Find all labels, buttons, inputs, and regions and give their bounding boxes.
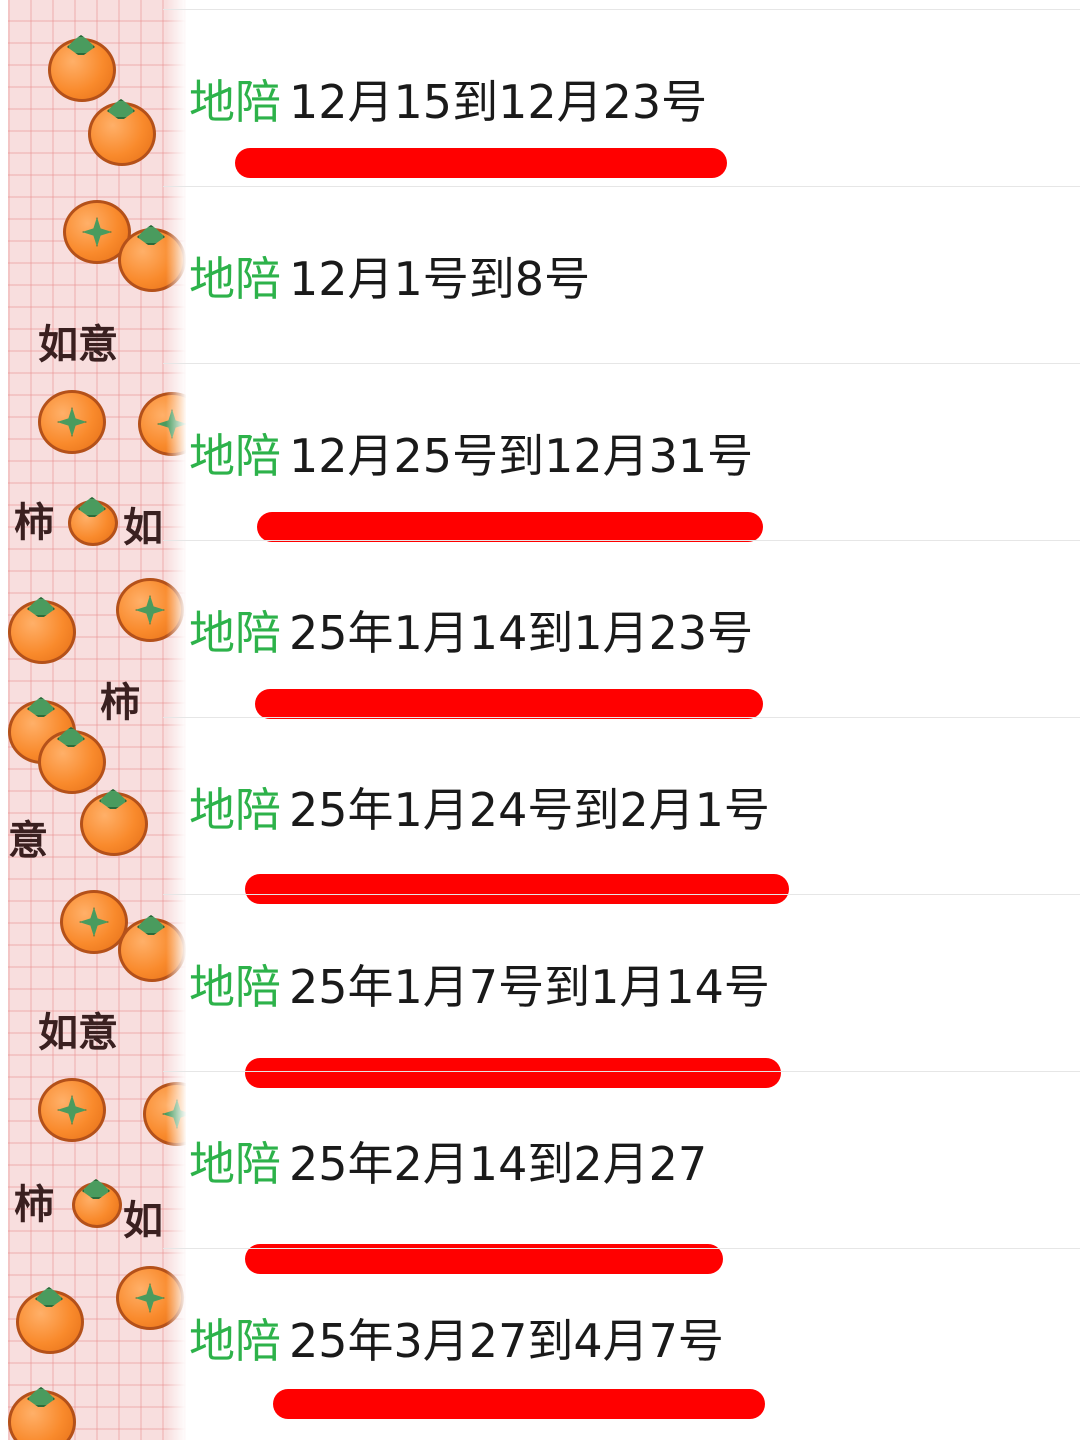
list-item[interactable]: 地陪 12月25号到12月31号 [163, 363, 1080, 542]
entry-tag: 地陪 [189, 75, 281, 129]
sticker-text: 柿 [14, 1181, 54, 1228]
sticker-text: 意 [8, 817, 48, 864]
entry-tag: 地陪 [189, 429, 281, 483]
persimmon-icon [38, 1078, 106, 1142]
persimmon-icon [8, 1387, 76, 1440]
list-item[interactable]: 地陪 12月15到12月23号 [163, 9, 1080, 186]
list-item[interactable]: 地陪 12月1号到8号 [163, 186, 1080, 363]
entry-tag: 地陪 [189, 1314, 281, 1368]
sticker-text: 如意 [38, 1009, 118, 1056]
persimmon-icon [16, 1287, 84, 1354]
entry-text: 25年2月14到2月27 [289, 1137, 708, 1191]
entry-text: 25年1月7号到1月14号 [289, 960, 770, 1014]
persimmon-icon [88, 99, 156, 166]
page: 如意 柿 如 柿 意 如意 柿 如 地陪 12月15到12月23号 地陪 12月1号… [0, 0, 1080, 1440]
sticker-text: 如 [123, 1197, 163, 1244]
sticker-text: 柿 [100, 679, 140, 726]
entry-text: 12月25号到12月31号 [289, 429, 754, 483]
entry-text: 25年1月14到1月23号 [289, 606, 754, 660]
red-highlight-mark [257, 512, 763, 542]
schedule-list: 地陪 12月15到12月23号 地陪 12月1号到8号 地陪 12月25号到12月31… [163, 9, 1080, 1425]
persimmon-icon [38, 727, 106, 794]
persimmon-icon [48, 35, 116, 102]
list-item[interactable]: 地陪 25年1月14到1月23号 [163, 540, 1080, 719]
persimmon-sticker-strip: 如意 柿 如 柿 意 如意 柿 如 [8, 0, 186, 1440]
sticker-text: 柿 [14, 499, 54, 546]
sticker-text: 如 [123, 504, 163, 551]
red-highlight-mark [255, 689, 763, 719]
entry-text: 12月15到12月23号 [289, 75, 708, 129]
entry-tag: 地陪 [189, 960, 281, 1014]
persimmon-icon [68, 497, 118, 546]
persimmon-icon [80, 789, 148, 856]
persimmon-icon [38, 390, 106, 454]
sticker-text: 如意 [38, 321, 118, 368]
red-highlight-mark [235, 148, 727, 178]
list-item[interactable]: 地陪 25年1月7号到1月14号 [163, 894, 1080, 1088]
entry-tag: 地陪 [189, 252, 281, 306]
entry-text: 25年3月27到4月7号 [289, 1314, 724, 1368]
entry-text: 12月1号到8号 [289, 252, 591, 306]
entry-tag: 地陪 [189, 783, 281, 837]
persimmon-icon [8, 597, 76, 664]
persimmon-icon [72, 1179, 122, 1228]
entry-text: 25年1月24号到2月1号 [289, 783, 770, 837]
list-item[interactable]: 地陪 25年2月14到2月27 [163, 1071, 1080, 1274]
red-highlight-mark [273, 1389, 765, 1419]
list-item[interactable]: 地陪 25年3月27到4月7号 [163, 1248, 1080, 1425]
entry-tag: 地陪 [189, 1137, 281, 1191]
entry-tag: 地陪 [189, 606, 281, 660]
list-item[interactable]: 地陪 25年1月24号到2月1号 [163, 717, 1080, 904]
